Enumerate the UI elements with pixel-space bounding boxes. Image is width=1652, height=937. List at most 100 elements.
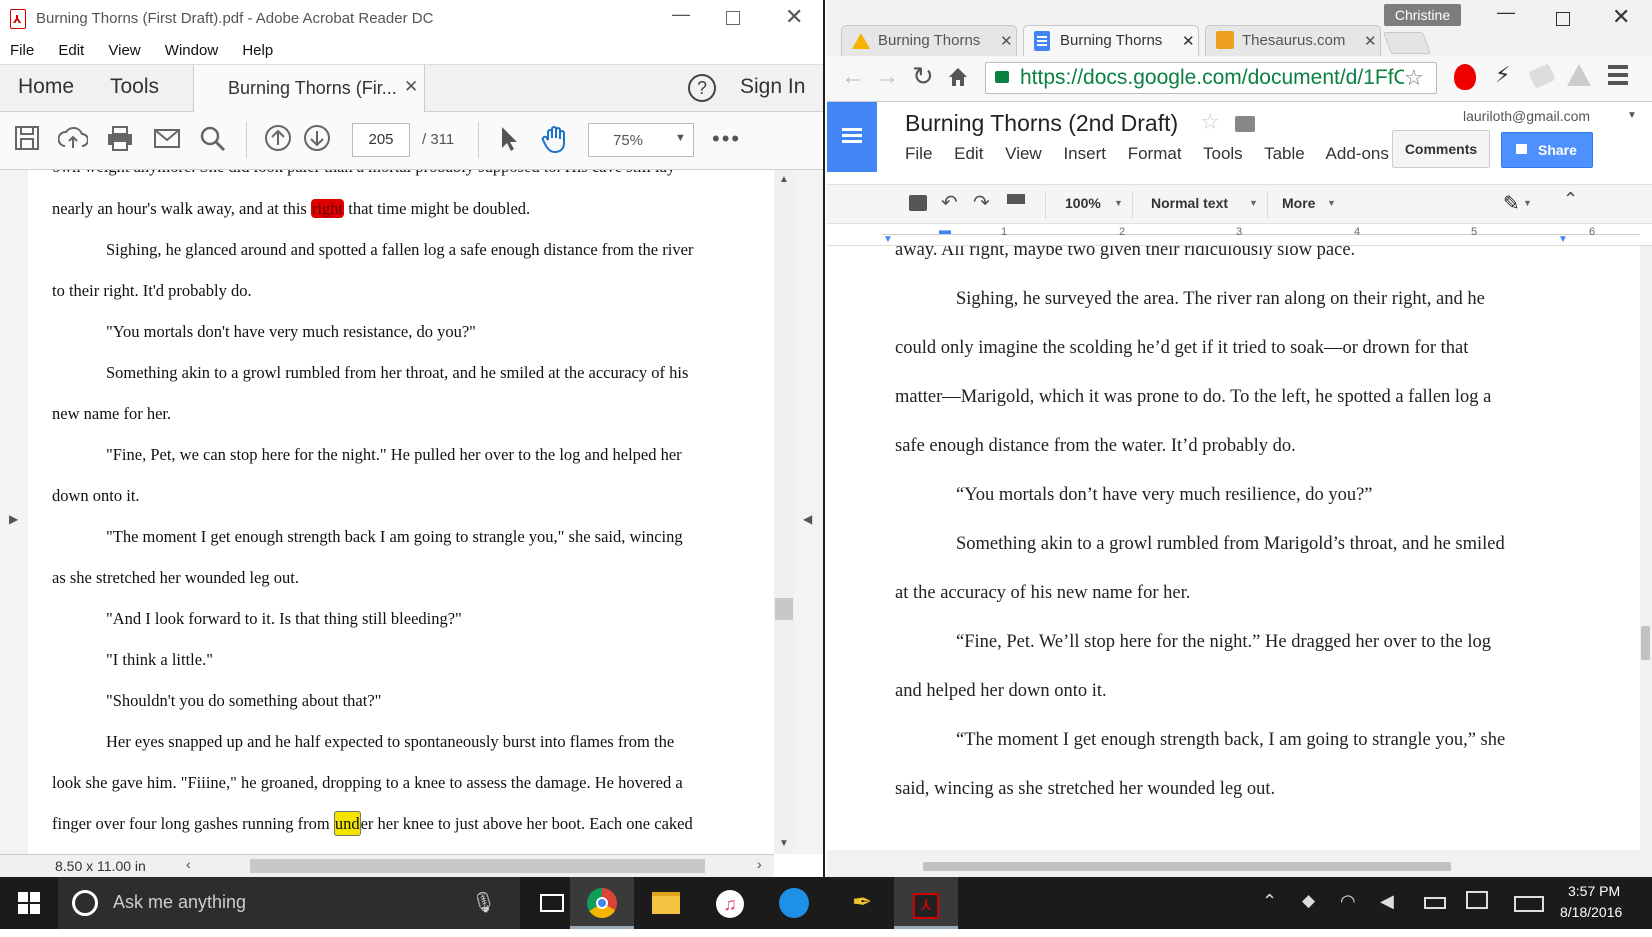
chevron-down-icon[interactable]: ▼ — [1249, 198, 1258, 208]
close-tab-icon[interactable]: ✕ — [1182, 32, 1195, 50]
pen-app-icon[interactable]: ✒ — [830, 877, 894, 929]
docs-page[interactable]: away. All right, maybe two given their r… — [827, 246, 1640, 850]
close-tab-icon[interactable]: ✕ — [1000, 32, 1013, 50]
menu-icon[interactable] — [1608, 65, 1628, 85]
adblock-icon[interactable] — [1454, 64, 1476, 90]
horizontal-scroll-thumb[interactable] — [250, 859, 705, 873]
docs-home-icon[interactable] — [827, 102, 877, 172]
search-icon[interactable] — [198, 124, 228, 154]
tab-thesaurus[interactable]: Thesaurus.com ✕ — [1205, 25, 1381, 56]
prev-page-icon[interactable] — [263, 124, 293, 154]
show-hidden-icons-icon[interactable]: ⌃ — [1262, 891, 1277, 912]
menu-insert[interactable]: Insert — [1063, 144, 1106, 163]
close-tab-icon[interactable]: ✕ — [404, 77, 418, 97]
menu-window[interactable]: Window — [165, 42, 218, 59]
menu-file[interactable]: File — [905, 144, 932, 163]
dropbox-icon[interactable]: ◆ — [1302, 891, 1315, 911]
scroll-right-icon[interactable]: › — [757, 856, 762, 872]
new-tab-button[interactable] — [1382, 32, 1432, 54]
account-email[interactable]: lauriloth@gmail.com — [1463, 108, 1590, 124]
menu-view[interactable]: View — [1005, 144, 1042, 163]
action-center-icon[interactable] — [1466, 891, 1488, 909]
menu-edit[interactable]: Edit — [954, 144, 983, 163]
style-select[interactable]: Normal text — [1151, 195, 1228, 211]
doc-title[interactable]: Burning Thorns (2nd Draft) — [905, 110, 1178, 137]
menu-tools[interactable]: Tools — [1203, 144, 1243, 163]
zoom-select[interactable]: 100% — [1065, 195, 1101, 211]
lightning-icon[interactable]: ⚡ — [1495, 62, 1510, 88]
right-panel-toggle[interactable]: ◀ — [794, 170, 823, 854]
red-highlight-annotation[interactable]: right — [310, 199, 345, 218]
forward-icon[interactable]: → — [875, 63, 899, 91]
hand-tool-icon[interactable] — [540, 124, 570, 154]
scroll-down-icon[interactable]: ▼ — [779, 838, 789, 849]
zoom-select[interactable]: 75% ▼ — [588, 123, 694, 157]
page-number-input[interactable]: 205 — [352, 123, 410, 157]
start-button[interactable] — [0, 877, 58, 929]
sticky-note-annotation[interactable]: und — [333, 811, 361, 836]
folder-icon[interactable] — [1235, 116, 1255, 132]
cortana-search[interactable]: Ask me anything 🎙 — [58, 877, 520, 929]
chrome-taskbar-icon[interactable] — [570, 877, 634, 929]
vertical-scrollbar[interactable]: ▲ ▼ — [774, 170, 794, 854]
email-icon[interactable] — [152, 124, 182, 154]
keyboard-icon[interactable] — [1514, 896, 1544, 912]
app-swirl-icon[interactable] — [762, 877, 826, 929]
profile-badge[interactable]: Christine — [1384, 4, 1461, 26]
menu-help[interactable]: Help — [242, 42, 273, 59]
chevron-down-icon[interactable]: ▼ — [1114, 198, 1123, 208]
menu-edit[interactable]: Edit — [58, 42, 84, 59]
menu-view[interactable]: View — [108, 42, 140, 59]
tab-drive[interactable]: Burning Thorns ✕ — [841, 25, 1017, 56]
document-tab[interactable]: Burning Thorns (Fir... ✕ — [193, 65, 425, 113]
comments-button[interactable]: Comments — [1392, 130, 1490, 168]
clock-date[interactable]: 8/18/2016 — [1560, 904, 1622, 920]
more-icon[interactable]: ••• — [712, 126, 741, 152]
scroll-thumb[interactable] — [775, 598, 793, 620]
scroll-up-icon[interactable]: ▲ — [779, 174, 789, 185]
left-margin-marker[interactable]: ▼ — [883, 234, 893, 245]
right-margin-marker[interactable]: ▼ — [1558, 234, 1568, 245]
clock-time[interactable]: 3:57 PM — [1568, 883, 1620, 899]
reload-icon[interactable]: ↻ — [912, 61, 934, 92]
chevron-down-icon[interactable]: ▼ — [1523, 198, 1532, 208]
file-explorer-icon[interactable] — [634, 877, 698, 929]
close-icon[interactable]: ✕ — [1612, 4, 1630, 30]
chevron-down-icon[interactable]: ▼ — [1327, 198, 1336, 208]
home-tab[interactable]: Home — [18, 75, 74, 99]
address-bar[interactable]: https://docs.google.com/document/d/1FfC … — [985, 62, 1437, 94]
paint-format-icon[interactable] — [1007, 194, 1025, 204]
help-icon[interactable]: ? — [688, 74, 716, 102]
volume-icon[interactable]: ◀ — [1380, 891, 1394, 912]
upload-cloud-icon[interactable] — [57, 124, 89, 154]
itunes-icon[interactable]: ♫ — [698, 877, 762, 929]
menu-table[interactable]: Table — [1264, 144, 1305, 163]
battery-icon[interactable] — [1424, 897, 1446, 909]
share-button[interactable]: Share — [1501, 132, 1593, 168]
print-icon[interactable] — [105, 124, 135, 154]
edit-mode-pencil-icon[interactable]: ✎ — [1503, 191, 1520, 216]
indent-marker[interactable]: ▬ — [939, 223, 951, 237]
acrobat-taskbar-icon[interactable]: ⅄ — [894, 877, 958, 929]
scroll-left-icon[interactable]: ‹ — [186, 856, 191, 872]
eraser-icon[interactable] — [1528, 63, 1556, 89]
home-icon[interactable] — [947, 66, 969, 93]
redo-icon[interactable]: ↷ — [973, 190, 990, 215]
menu-format[interactable]: Format — [1128, 144, 1182, 163]
select-cursor-icon[interactable] — [494, 124, 524, 154]
vertical-scroll-thumb[interactable] — [1641, 626, 1650, 660]
menu-file[interactable]: File — [10, 42, 34, 59]
sign-in-link[interactable]: Sign In — [740, 75, 805, 99]
next-page-icon[interactable] — [302, 124, 332, 154]
horizontal-scroll-thumb[interactable] — [923, 862, 1451, 871]
maximize-icon[interactable] — [1556, 12, 1570, 26]
left-panel-toggle[interactable]: ▶ — [0, 170, 28, 854]
microphone-icon[interactable]: 🎙 — [471, 890, 496, 915]
back-icon[interactable]: ← — [841, 63, 865, 91]
star-icon[interactable]: ☆ — [1200, 109, 1220, 135]
account-chevron-icon[interactable]: ▼ — [1627, 110, 1637, 121]
drive-extension-icon[interactable] — [1567, 64, 1591, 86]
horizontal-scrollbar[interactable] — [827, 850, 1652, 877]
save-icon[interactable] — [12, 124, 42, 154]
undo-icon[interactable]: ↶ — [941, 190, 958, 215]
